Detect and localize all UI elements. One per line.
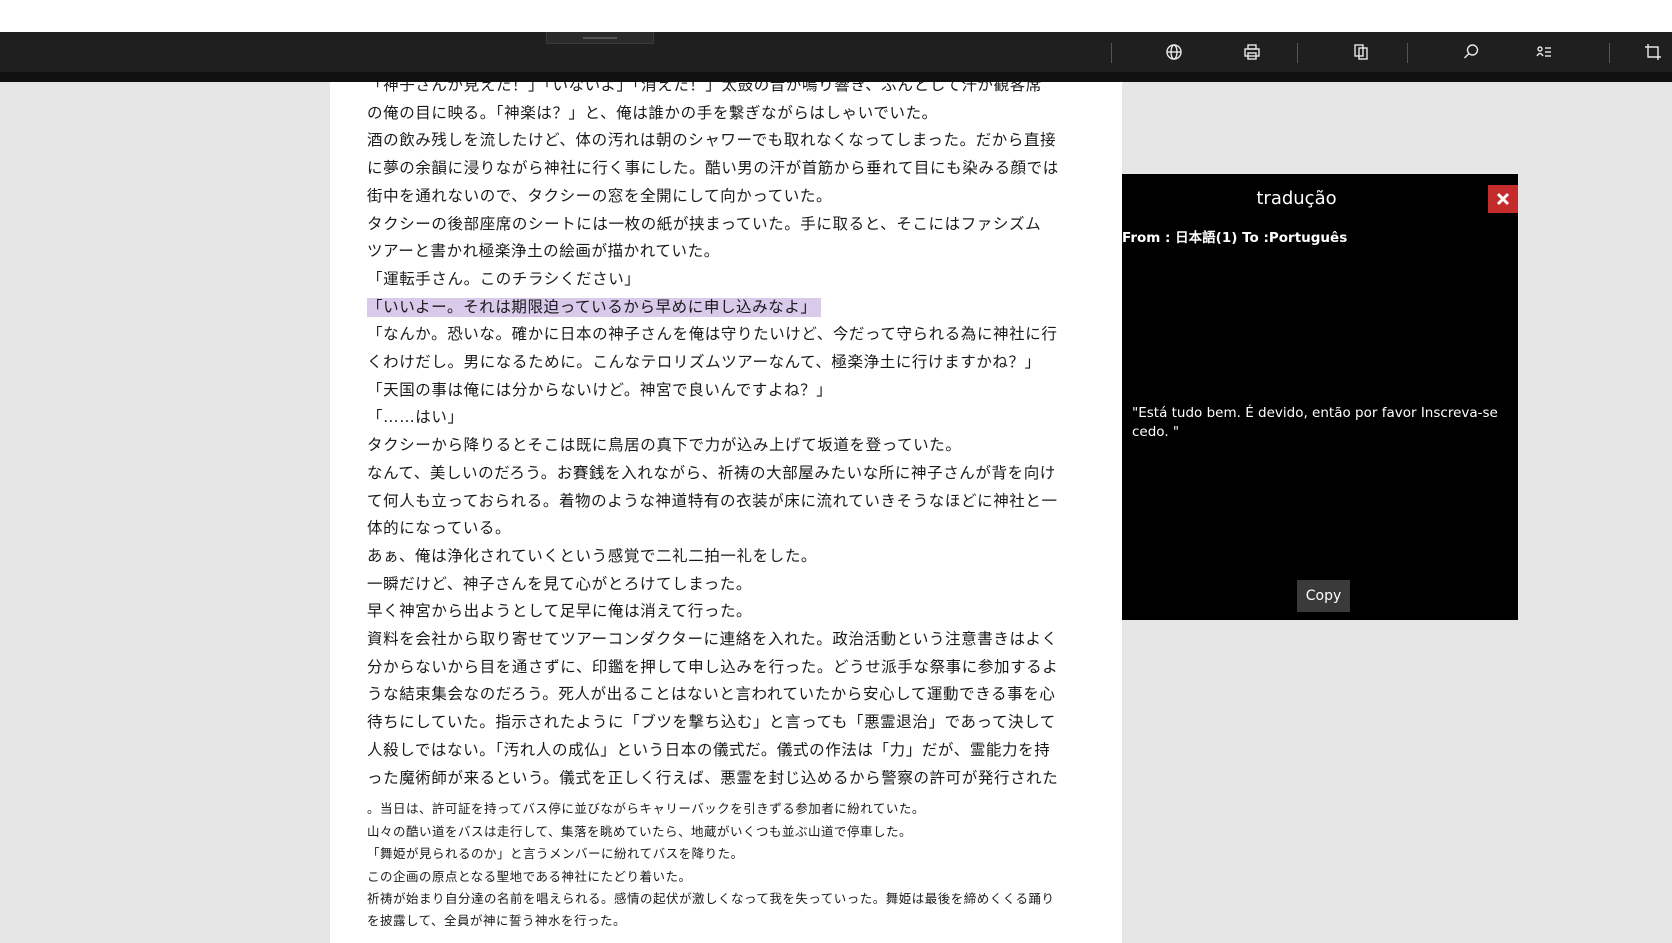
window-top-bar	[0, 0, 1672, 32]
print-button[interactable]	[1238, 40, 1266, 64]
language-pair: From : 日本語(1) To :Português	[1122, 230, 1348, 246]
copy-pages-icon	[1354, 44, 1368, 60]
toolbar-separator	[1407, 43, 1408, 63]
text-line: 「天国の事は俺には分からないけど。神宮で良いんですよね？」	[367, 380, 833, 399]
translate-button[interactable]	[1160, 40, 1188, 64]
highlighted-selection[interactable]: 「いいよー。それは期限迫っているから早めに申し込みなよ」	[367, 297, 821, 317]
search-button[interactable]	[1457, 40, 1485, 64]
text-line: 待ちにしていた。指示されたように「ブツを撃ち込む」と言っても「悪霊退治」であって…	[367, 713, 1056, 732]
reader-toolbar	[0, 32, 1672, 72]
text-line-small: 山々の酷い道をバスは走行して、集落を眺めていたら、地蔵がいくつも並ぶ山道で停車し…	[367, 823, 913, 839]
text-line: の俺の目に映る。「神楽は？」と、俺は誰かの手を繋ぎながらはしゃいでいた。	[367, 103, 938, 122]
text-line: あぁ、俺は浄化されていくという感覚で二礼二拍一礼をした。	[367, 546, 818, 565]
text-line: 「……はい」	[367, 408, 464, 427]
text-line: くわけだし。男になるために。こんなテロリズムツアーなんて、極楽浄土に行けますかね…	[367, 353, 1041, 372]
text-line-small: 「舞姫が見られるのか」と言うメンバーに紛れてバスを降りた。	[367, 846, 744, 862]
crop-icon	[1645, 44, 1661, 60]
toolbar-separator	[1297, 43, 1298, 63]
translation-text: "Está tudo bem. É devido, então por favo…	[1132, 405, 1498, 440]
document-text: 「神子さんが見えた！」「いないよ」「消えた！」太鼓の音が鳴り響き、ぶんとして汗が…	[367, 82, 1087, 933]
text-line: 「神子さんが見えた！」「いないよ」「消えた！」太鼓の音が鳴り響き、ぶんとして汗が…	[367, 82, 1042, 94]
text-line: 一瞬だけど、神子さんを見て心がとろけてしまった。	[367, 574, 753, 593]
print-icon	[1244, 44, 1260, 60]
text-line-small: 。当日は、許可証を持ってバス停に並びながらキャリーバックを引きずる参加者に紛れて…	[367, 801, 925, 817]
close-button[interactable]	[1488, 185, 1518, 213]
text-line: 「運転手さん。このチラシください」	[367, 269, 641, 288]
globe-icon	[1166, 44, 1182, 60]
text-line: 「なんか。恐いな。確かに日本の神子さんを俺は守りたいけど、今だって守られる為に神…	[367, 325, 1058, 344]
close-icon	[1496, 192, 1510, 206]
text-line-small: この企画の原点となる聖地である神社にたどり着いた。	[367, 868, 692, 884]
text-line: 体的になっている。	[367, 519, 512, 538]
text-line: うな結束集会なのだろう。死人が出ることはないと言われていたから安心して運動できる…	[367, 685, 1056, 704]
text-line: ツアーと書かれ極楽浄土の絵画が描かれていた。	[367, 242, 720, 261]
text-line: 早く神宮から出ようとして足早に俺は消えて行った。	[367, 602, 753, 621]
text-line: 資料を会社から取り寄せてツアーコンダクターに連絡を入れた。政治活動という注意書き…	[367, 630, 1058, 649]
text-line: タクシーの後部座席のシートには一枚の紙が挟まっていた。手に取ると、そこにはファシ…	[367, 214, 1042, 233]
copy-button[interactable]: Copy	[1297, 580, 1350, 612]
translation-panel: tradução From : 日本語(1) To :Português "Es…	[1122, 174, 1518, 620]
text-line: に夢の余韻に浸りながら神社に行く事にした。酷い男の汗が首筋から垂れて目にも染みる…	[367, 159, 1059, 178]
crop-button[interactable]	[1644, 40, 1672, 64]
copy-pages-button[interactable]	[1347, 40, 1375, 64]
toolbar-separator	[1609, 43, 1610, 63]
text-line: った魔術師が来るという。儀式を正しく行えば、悪霊を封じ込めるから警察の許可が発行…	[367, 768, 1059, 787]
text-line-small: 祈祷が始まり自分達の名前を唱えられる。感情の起伏が激しくなって我を失っていった。…	[367, 890, 1055, 906]
search-icon	[1464, 44, 1479, 59]
text-line-small: を披露して、全員が神に誓う神水を行った。	[367, 913, 627, 929]
text-line: タクシーから降りるとそこは既に鳥居の真下で力が込み上げて坂道を登っていた。	[367, 436, 962, 455]
reading-list-icon	[1536, 46, 1551, 57]
reading-list-button[interactable]	[1530, 40, 1558, 64]
toolbar-drag-handle[interactable]	[546, 32, 654, 44]
document-page: 「神子さんが見えた！」「いないよ」「消えた！」太鼓の音が鳴り響き、ぶんとして汗が…	[330, 82, 1122, 943]
toolbar-shadow	[0, 72, 1672, 82]
text-line: 酒の飲み残しを流したけど、体の汚れは朝のシャワーでも取れなくなってしまった。だか…	[367, 131, 1057, 150]
panel-title: tradução	[1256, 188, 1337, 209]
text-line: 分からないから目を通さずに、印鑑を押して申し込みを行った。どうせ派手な祭事に参加…	[367, 657, 1059, 676]
toolbar-separator	[1111, 43, 1112, 63]
text-line: 「いいよー。それは期限迫っているから早めに申し込みなよ」	[367, 294, 1087, 322]
text-line: て何人も立っておられる。着物のような神道特有の衣装が床に流れていきそうなほどに神…	[367, 491, 1058, 510]
text-line: 街中を通れないので、タクシーの窓を全開にして向かっていた。	[367, 186, 833, 205]
text-line: 人殺しではない。「汚れ人の成仏」という日本の儀式だ。儀式の作法は「力」だが、霊能…	[367, 740, 1051, 759]
text-line: なんて、美しいのだろう。お賽銭を入れながら、祈祷の大部屋みたいな所に神子さんが背…	[367, 463, 1056, 482]
